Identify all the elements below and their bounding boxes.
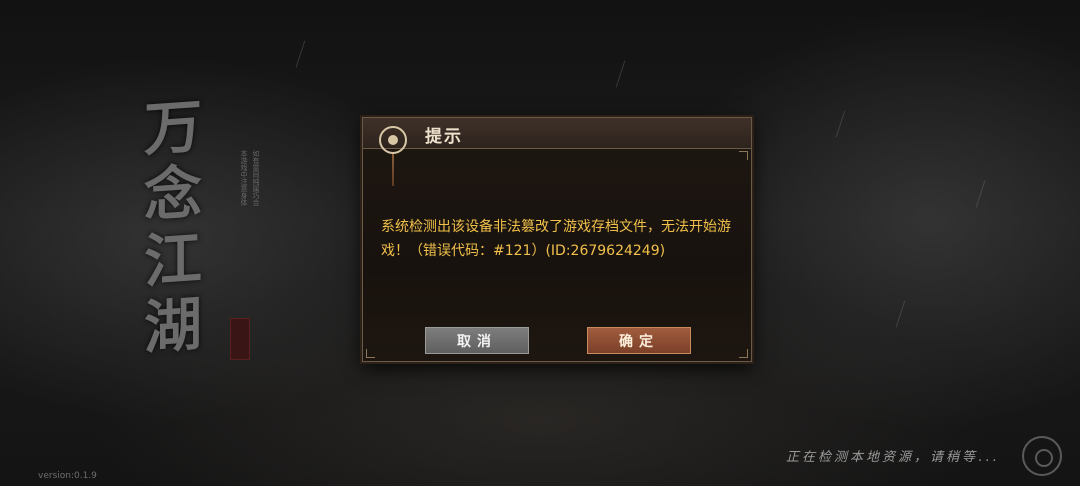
dialog-message: 系统检测出该设备非法篡改了游戏存档文件，无法开始游戏！（错误代码：#121）(I…: [381, 219, 731, 259]
dialog-header: 提示: [363, 118, 751, 149]
corner-ornament: [739, 151, 748, 160]
logo-subtitle-line: 如有雷同纯属巧合: [252, 150, 260, 206]
pendant-ornament: [392, 154, 394, 186]
corner-ornament: [739, 349, 748, 358]
loading-status-text: 正在检测本地资源，请稍等...: [786, 450, 1000, 465]
corner-ornament: [366, 349, 375, 358]
alert-dialog: 提示 系统检测出该设备非法篡改了游戏存档文件，无法开始游戏！（错误代码：#121…: [362, 117, 752, 362]
version-label: version:0.1.9: [38, 471, 97, 481]
logo-subtitle-line: 本游戏中注意身体: [240, 150, 248, 206]
cancel-button[interactable]: 取消: [425, 327, 529, 354]
confirm-button[interactable]: 确定: [587, 327, 691, 354]
red-seal-stamp: [230, 318, 250, 360]
game-logo: 万念江湖: [143, 91, 202, 363]
emblem-icon: [379, 126, 407, 154]
dialog-title: 提示: [425, 127, 463, 147]
studio-logo-icon: [1022, 436, 1062, 476]
